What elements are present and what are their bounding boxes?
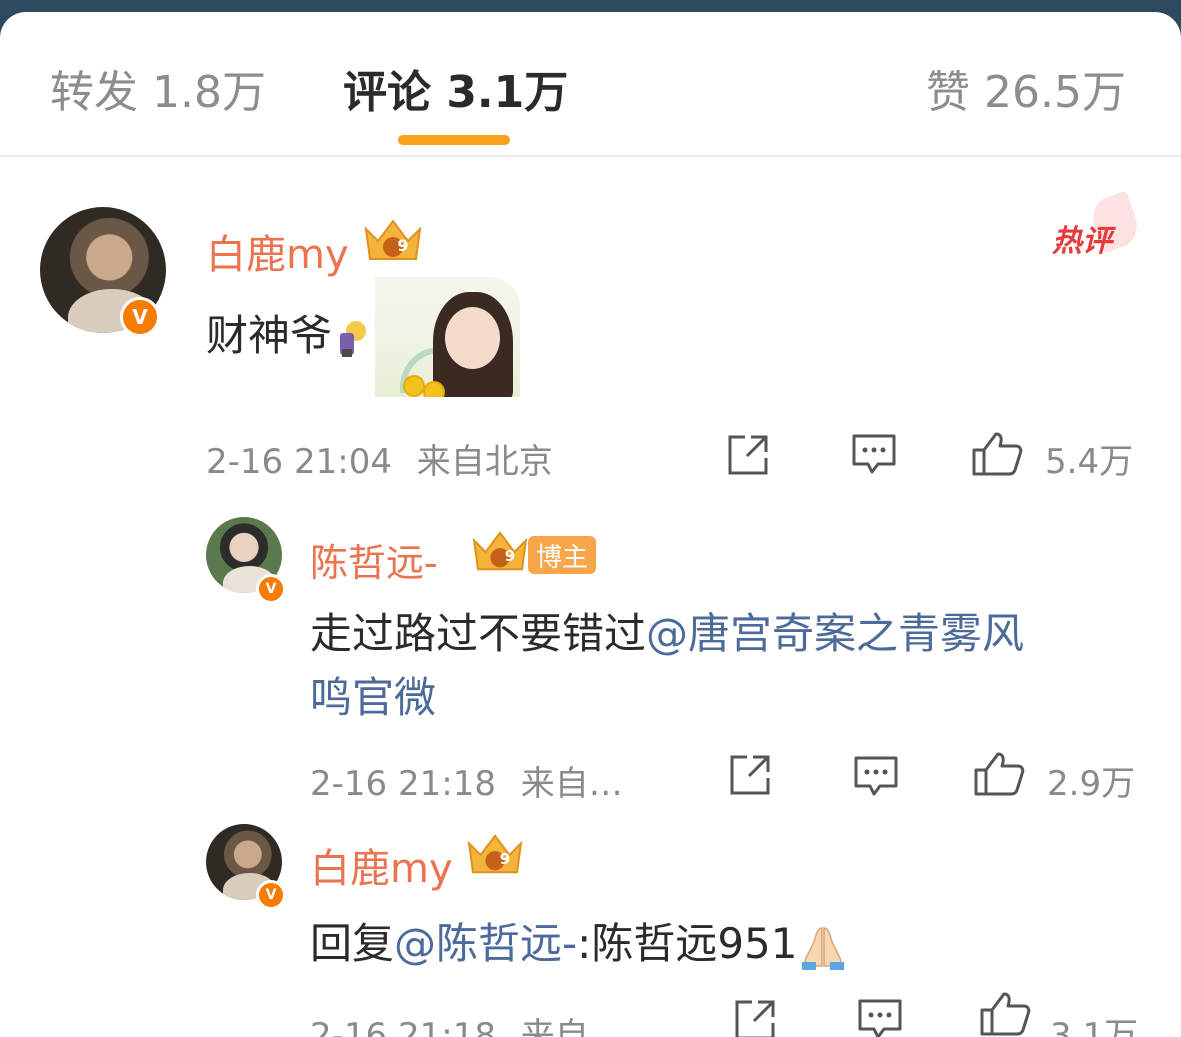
- comment-text: 走过路过不要错过@唐宫奇案之青雾风 鸣官微: [310, 602, 1024, 730]
- comment-username[interactable]: 白鹿my: [310, 836, 453, 894]
- reply-prefix: 回复: [310, 919, 395, 968]
- sticker-flower: [423, 381, 445, 397]
- comment-username[interactable]: 陈哲远-: [310, 532, 438, 587]
- comment-source: 来自…: [520, 764, 623, 804]
- comments-panel: 转发 1.8万 评论 3.1万 赞 26.5万 V 白鹿my 9 热评 财神爷 …: [0, 12, 1181, 1037]
- comment-icon[interactable]: [856, 997, 904, 1037]
- crown-level-number: 9: [504, 547, 516, 565]
- mention-link[interactable]: @陈哲远-: [394, 919, 577, 968]
- comment-time: 2-16 21:18: [310, 1016, 496, 1037]
- crown-level-icon: 9: [470, 527, 530, 575]
- share-icon[interactable]: [727, 752, 773, 802]
- comment-text: 财神爷: [206, 302, 372, 363]
- thumb-up-icon[interactable]: [972, 750, 1026, 802]
- tab-comment[interactable]: 评论 3.1万: [343, 56, 568, 120]
- share-icon[interactable]: [725, 432, 771, 482]
- share-icon[interactable]: [732, 997, 778, 1037]
- mention-link[interactable]: @唐宫奇案之青雾风: [646, 609, 1024, 658]
- comment-source: 来自…: [520, 1016, 623, 1037]
- comment-text-body: :陈哲远951: [577, 919, 798, 968]
- sticker-flower: [403, 375, 425, 397]
- comment-meta: 2-16 21:04 来自北京: [206, 434, 553, 483]
- crown-level-icon: 9: [465, 830, 525, 878]
- mention-link-cont[interactable]: 鸣官微: [310, 673, 436, 722]
- comment-username[interactable]: 白鹿my: [206, 222, 349, 280]
- folded-hands-emoji-icon: [798, 924, 848, 970]
- comment-time: 2-16 21:04: [206, 442, 392, 482]
- tab-like[interactable]: 赞 26.5万: [926, 56, 1126, 120]
- like-count: 2.9万: [1047, 764, 1136, 804]
- bulb-emoji-icon: [332, 319, 372, 359]
- verified-badge-icon: V: [256, 574, 286, 604]
- hot-comment-badge: 热评: [1052, 224, 1112, 259]
- tab-divider: [0, 155, 1181, 157]
- comment-source: 来自北京: [416, 442, 553, 482]
- comment-meta: 2-16 21:18 来自…: [310, 1008, 623, 1037]
- thumb-up-icon[interactable]: [970, 430, 1024, 482]
- comment-text: 回复@陈哲远-:陈哲远951: [310, 910, 848, 971]
- blogger-tag: 博主: [528, 536, 596, 574]
- comment-sticker-image: [375, 277, 520, 397]
- comment-text-body: 财神爷: [206, 311, 333, 360]
- thumb-up-icon[interactable]: [978, 990, 1032, 1037]
- sticker-face: [445, 307, 500, 369]
- crown-level-icon: 9: [362, 215, 424, 265]
- active-tab-indicator: [398, 135, 510, 145]
- comment-icon[interactable]: [852, 754, 900, 804]
- verified-badge-icon: V: [120, 297, 160, 337]
- like-count: 3.1万: [1050, 1016, 1139, 1037]
- like-count: 5.4万: [1045, 442, 1134, 482]
- comment-icon[interactable]: [850, 432, 898, 482]
- tab-bar: 转发 1.8万 评论 3.1万 赞 26.5万: [0, 12, 1181, 154]
- comment-time: 2-16 21:18: [310, 764, 496, 804]
- verified-badge-icon: V: [256, 880, 286, 910]
- crown-level-number: 9: [499, 850, 511, 868]
- crown-level-number: 9: [397, 235, 409, 255]
- comment-text-body: 走过路过不要错过: [310, 609, 647, 658]
- tab-repost[interactable]: 转发 1.8万: [50, 56, 266, 120]
- comment-meta: 2-16 21:18 来自…: [310, 756, 623, 805]
